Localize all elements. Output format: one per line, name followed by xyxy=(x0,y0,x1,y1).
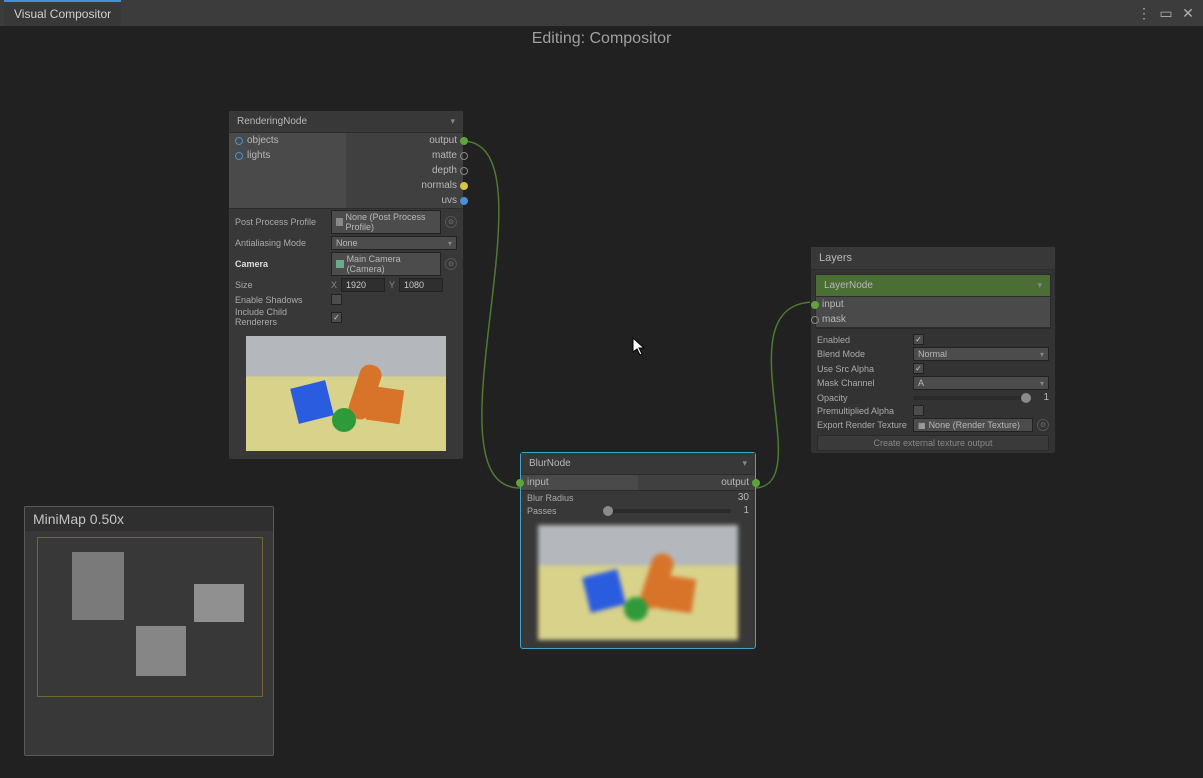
node-title: RenderingNode xyxy=(237,116,450,127)
passes-value[interactable]: 1 xyxy=(735,505,749,516)
post-process-profile-field[interactable]: None (Post Process Profile) xyxy=(331,210,441,234)
chevron-down-icon: ▾ xyxy=(1040,379,1044,388)
antialiasing-dropdown[interactable]: None▾ xyxy=(331,236,457,250)
post-process-profile-label: Post Process Profile xyxy=(235,217,325,227)
node-title: BlurNode xyxy=(529,458,742,469)
layer-node-header[interactable]: LayerNode ▾ xyxy=(816,275,1050,297)
premultiplied-label: Premultiplied Alpha xyxy=(817,406,907,416)
chevron-down-icon: ▾ xyxy=(448,239,452,248)
port-lights[interactable]: lights xyxy=(229,148,346,163)
premultiplied-checkbox[interactable] xyxy=(913,405,924,416)
port-normals[interactable]: normals xyxy=(346,178,463,193)
chevron-down-icon: ▾ xyxy=(1040,350,1044,359)
close-icon[interactable]: ✕ xyxy=(1179,4,1197,22)
chevron-down-icon[interactable]: ▾ xyxy=(1037,280,1042,291)
panel-title: Layers xyxy=(811,247,1055,270)
kebab-icon[interactable]: ⋮ xyxy=(1135,4,1153,22)
size-x-field[interactable]: 1920 xyxy=(341,278,385,292)
minimap-node xyxy=(194,584,244,622)
enabled-checkbox[interactable]: ✓ xyxy=(913,334,924,345)
mask-channel-dropdown[interactable]: A▾ xyxy=(913,376,1049,390)
port-uvs[interactable]: uvs xyxy=(346,193,463,208)
size-y-field[interactable]: 1080 xyxy=(399,278,443,292)
object-picker-icon[interactable]: ⊙ xyxy=(445,258,457,270)
texture-icon: ▦ xyxy=(918,421,926,430)
object-picker-icon[interactable]: ⊙ xyxy=(445,216,457,228)
camera-field[interactable]: Main Camera (Camera) xyxy=(331,252,441,276)
preview-rendering xyxy=(246,336,446,451)
object-picker-icon[interactable]: ⊙ xyxy=(1037,419,1049,431)
passes-slider[interactable] xyxy=(603,509,731,513)
export-rt-label: Export Render Texture xyxy=(817,420,907,430)
size-label: Size xyxy=(235,280,325,290)
panel-layers[interactable]: Layers LayerNode ▾ input mask Enabled ✓ … xyxy=(810,246,1056,454)
camera-label: Camera xyxy=(235,259,325,269)
minimap-node xyxy=(136,626,186,676)
window-tab[interactable]: Visual Compositor xyxy=(4,0,121,26)
titlebar: Visual Compositor ⋮ ▭ ✕ xyxy=(0,0,1203,26)
mask-channel-label: Mask Channel xyxy=(817,378,907,388)
port-matte[interactable]: matte xyxy=(346,148,463,163)
node-header[interactable]: RenderingNode ▾ xyxy=(229,111,463,133)
include-child-checkbox[interactable]: ✓ xyxy=(331,312,342,323)
minimap-panel[interactable]: MiniMap 0.50x xyxy=(24,506,274,756)
blend-mode-dropdown[interactable]: Normal▾ xyxy=(913,347,1049,361)
cursor-icon xyxy=(632,337,646,357)
use-src-alpha-label: Use Src Alpha xyxy=(817,364,907,374)
port-mask[interactable]: mask xyxy=(816,312,1050,327)
layer-node-title: LayerNode xyxy=(824,280,1037,291)
minimap-title: MiniMap 0.50x xyxy=(25,507,273,531)
enable-shadows-checkbox[interactable] xyxy=(331,294,342,305)
blur-radius-value[interactable]: 30 xyxy=(738,492,749,503)
port-output[interactable]: output xyxy=(638,475,755,490)
node-blur[interactable]: BlurNode ▾ input output Blur Radius 30 P… xyxy=(520,452,756,649)
antialiasing-label: Antialiasing Mode xyxy=(235,238,325,248)
export-rt-field[interactable]: ▦None (Render Texture) xyxy=(913,418,1033,432)
enable-shadows-label: Enable Shadows xyxy=(235,295,325,305)
minimap-node xyxy=(72,552,124,620)
port-depth[interactable]: depth xyxy=(346,163,463,178)
opacity-value[interactable]: 1 xyxy=(1035,392,1049,403)
node-rendering[interactable]: RenderingNode ▾ objects lights output ma… xyxy=(228,110,464,460)
maximize-icon[interactable]: ▭ xyxy=(1157,4,1175,22)
chevron-down-icon[interactable]: ▾ xyxy=(742,458,747,469)
graph-canvas[interactable]: RenderingNode ▾ objects lights output ma… xyxy=(0,26,1203,778)
blend-mode-label: Blend Mode xyxy=(817,349,907,359)
preview-blur xyxy=(538,525,738,640)
include-child-label: Include Child Renderers xyxy=(235,307,325,327)
enabled-label: Enabled xyxy=(817,335,907,345)
port-output[interactable]: output xyxy=(346,133,463,148)
use-src-alpha-checkbox[interactable]: ✓ xyxy=(913,363,924,374)
node-header[interactable]: BlurNode ▾ xyxy=(521,453,755,475)
port-objects[interactable]: objects xyxy=(229,133,346,148)
object-icon xyxy=(336,218,343,226)
minimap-viewport[interactable] xyxy=(37,537,263,697)
blur-radius-label: Blur Radius xyxy=(527,493,597,503)
port-input[interactable]: input xyxy=(816,297,1050,312)
opacity-label: Opacity xyxy=(817,393,907,403)
camera-icon xyxy=(336,260,344,268)
port-input[interactable]: input xyxy=(521,475,638,490)
opacity-slider[interactable] xyxy=(913,396,1031,400)
chevron-down-icon[interactable]: ▾ xyxy=(450,116,455,127)
passes-label: Passes xyxy=(527,506,597,516)
create-external-button[interactable]: Create external texture output xyxy=(817,435,1049,451)
